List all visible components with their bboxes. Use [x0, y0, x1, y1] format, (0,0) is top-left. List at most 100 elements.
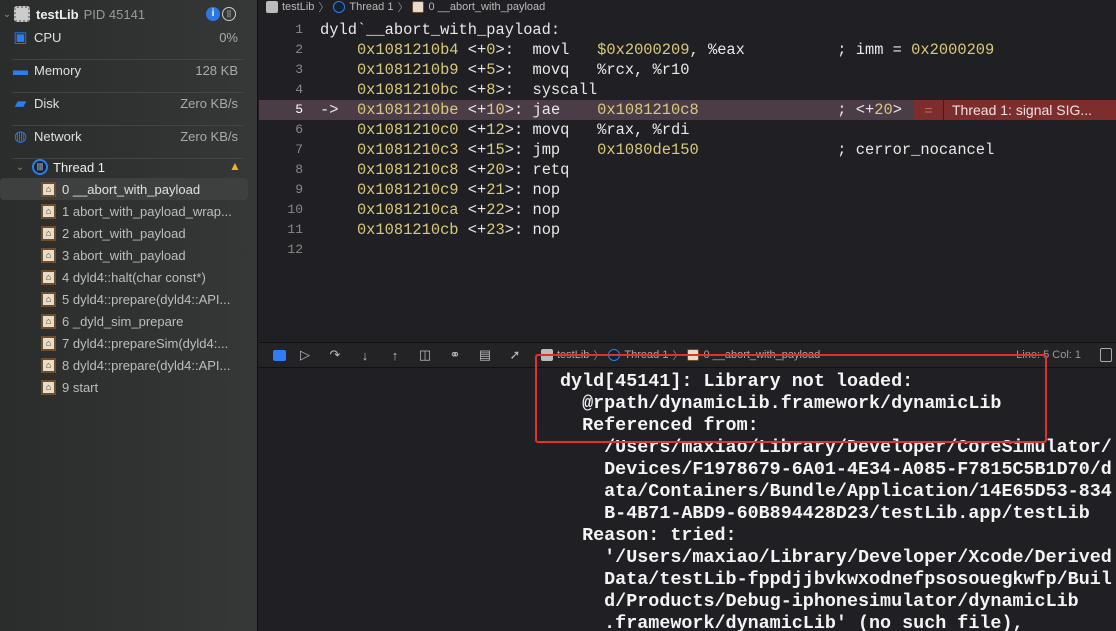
line-number[interactable]: 2: [259, 40, 303, 60]
stack-frame[interactable]: ⌂ 9 start: [0, 376, 248, 398]
code-line[interactable]: 8 0x1081210c8 <+20>: retq: [259, 160, 1116, 180]
code-token: 8: [486, 81, 496, 99]
line-number[interactable]: 10: [259, 200, 303, 220]
code-text: -> 0x1081210be <+10>: jae 0x1081210c8 ; …: [320, 100, 902, 120]
stack-frame[interactable]: ⌂ 0 __abort_with_payload: [0, 178, 248, 200]
gauge-disk[interactable]: ▰ Disk Zero KB/s: [12, 93, 244, 126]
code-token: 0x1081210c9: [320, 181, 459, 199]
stack-frame[interactable]: ⌂ 4 dyld4::halt(char const*): [0, 266, 248, 288]
breadcrumb-item[interactable]: 0 __abort_with_payload: [428, 1, 545, 13]
code-token: 0x1081210be: [356, 101, 459, 119]
frame-icon: ⌂: [41, 181, 56, 197]
error-annotation[interactable]: = Thread 1: signal SIG...: [914, 100, 1116, 120]
breadcrumb-item[interactable]: testLib: [282, 1, 314, 13]
code-token: <+: [458, 81, 487, 99]
stack-frame[interactable]: ⌂ 8 dyld4::prepare(dyld4::API...: [0, 354, 248, 376]
code-line[interactable]: 12: [259, 240, 1116, 260]
code-line[interactable]: 4 0x1081210bc <+8>: syscall: [259, 80, 1116, 100]
frame-icon: ⌂: [41, 291, 56, 307]
code-token: >: nop: [504, 181, 561, 199]
line-number[interactable]: 3: [259, 60, 303, 80]
code-line[interactable]: 6 0x1081210c0 <+12>: movq %rax, %rdi: [259, 120, 1116, 140]
line-number[interactable]: 4: [259, 80, 303, 100]
code-token: 12: [486, 121, 505, 139]
stack-frame[interactable]: ⌂ 3 abort_with_payload: [0, 244, 248, 266]
location-icon[interactable]: ➚: [504, 347, 526, 363]
code-line[interactable]: 1 dyld`__abort_with_payload:: [259, 20, 1116, 40]
frame-label: 8 dyld4::prepare(dyld4::API...: [62, 357, 231, 373]
code-token: <+: [458, 221, 487, 239]
line-number[interactable]: 7: [259, 140, 303, 160]
gauge-memory[interactable]: ▬ Memory 128 KB: [12, 60, 244, 93]
frame-icon: ⌂: [41, 335, 56, 351]
stack-frame[interactable]: ⌂ 1 abort_with_payload_wrap...: [0, 200, 248, 222]
code-token: 0x1081210b9: [320, 61, 459, 79]
code-token: 10: [486, 101, 505, 119]
process-row[interactable]: ⌄ testLib PID 45141 i ||: [0, 4, 258, 24]
code-token: <+: [458, 101, 487, 119]
step-out-icon[interactable]: ↑: [384, 348, 406, 363]
panel-toggle-icon[interactable]: [1100, 348, 1112, 362]
code-token: >: jae: [504, 101, 598, 119]
code-line[interactable]: 9 0x1081210c9 <+21>: nop: [259, 180, 1116, 200]
line-number[interactable]: 5: [259, 100, 303, 120]
code-line[interactable]: 11 0x1081210cb <+23>: nop: [259, 220, 1116, 240]
code-text: 0x1081210cb <+23>: nop: [320, 220, 560, 240]
code-token: 0x1081210ca: [320, 201, 459, 219]
chevron-down-icon[interactable]: ⌄: [14, 162, 26, 173]
code-text: 0x1081210bc <+8>: syscall: [320, 80, 597, 100]
stack-frame[interactable]: ⌂ 2 abort_with_payload: [0, 222, 248, 244]
gauge-cpu[interactable]: ▣ CPU 0%: [12, 27, 244, 60]
console-line: ata/Containers/Bundle/Application/14E65D…: [560, 481, 1112, 502]
code-text: 0x1081210c9 <+21>: nop: [320, 180, 560, 200]
code-token: 22: [486, 201, 505, 219]
code-line[interactable]: 7 0x1081210c3 <+15>: jmp 0x1080de150 ; c…: [259, 140, 1116, 160]
breadcrumb-item[interactable]: Thread 1: [349, 1, 393, 13]
step-into-icon[interactable]: ↓: [354, 348, 376, 363]
line-number[interactable]: 9: [259, 180, 303, 200]
code-line[interactable]: 10 0x1081210ca <+22>: nop: [259, 200, 1116, 220]
code-line[interactable]: 2 0x1081210b4 <+0>: movl $0x2000209, %ea…: [259, 40, 1116, 60]
thread-icon: [333, 0, 346, 13]
disassembly-editor[interactable]: 1 dyld`__abort_with_payload: 2 0x1081210b4…: [259, 20, 1116, 260]
code-token: <+: [458, 141, 487, 159]
error-text: Thread 1: signal SIG...: [952, 102, 1093, 118]
continue-icon[interactable]: ▷: [294, 347, 316, 363]
code-token: 0: [486, 41, 496, 59]
line-number[interactable]: 12: [259, 240, 303, 260]
thread-row[interactable]: ⌄ ||| Thread 1 ▲: [0, 158, 258, 176]
gauge-label: Memory: [34, 63, 81, 78]
memory-graph-icon[interactable]: ⚭: [444, 347, 466, 363]
gauge-label: CPU: [34, 30, 62, 45]
console-line: d/Products/Debug-iphonesimulator/dynamic…: [560, 591, 1079, 612]
equals-icon: =: [914, 100, 944, 120]
step-over-icon[interactable]: ↷: [324, 347, 346, 363]
line-number[interactable]: 8: [259, 160, 303, 180]
pause-icon[interactable]: ||: [222, 7, 236, 21]
code-line[interactable]: 5 -> 0x1081210be <+10>: jae 0x1081210c8 ;…: [259, 100, 1116, 120]
frame-icon: ⌂: [41, 203, 56, 219]
process-name: testLib: [36, 6, 79, 22]
gauge-network[interactable]: ◍ Network Zero KB/s: [12, 126, 244, 159]
chevron-down-icon[interactable]: ⌄: [1, 9, 13, 20]
frame-label: 9 start: [62, 379, 99, 395]
view-hierarchy-icon[interactable]: ◫: [414, 347, 436, 363]
stack-frame[interactable]: ⌂ 6 _dyld_sim_prepare: [0, 310, 248, 332]
code-line[interactable]: 3 0x1081210b9 <+5>: movq %rcx, %r10: [259, 60, 1116, 80]
code-token: 0x1081210cb: [320, 221, 459, 239]
app-icon: [266, 0, 278, 13]
code-token: >: movl: [495, 41, 598, 59]
info-icon[interactable]: i: [206, 7, 220, 21]
gauge-label: Disk: [34, 96, 60, 111]
code-text: 0x1081210ca <+22>: nop: [320, 200, 560, 220]
stack-frame[interactable]: ⌂ 5 dyld4::prepare(dyld4::API...: [0, 288, 248, 310]
environment-icon[interactable]: ▤: [474, 347, 496, 363]
breakpoints-toggle-icon[interactable]: [273, 349, 286, 361]
chevron-right-icon: 〉: [397, 1, 409, 14]
line-number[interactable]: 6: [259, 120, 303, 140]
stack-frame[interactable]: ⌂ 7 dyld4::prepareSim(dyld4:...: [0, 332, 248, 354]
frame-label: 0 __abort_with_payload: [62, 181, 201, 197]
line-number[interactable]: 1: [259, 20, 303, 40]
line-number[interactable]: 11: [259, 220, 303, 240]
disk-icon: ▰: [14, 95, 27, 112]
